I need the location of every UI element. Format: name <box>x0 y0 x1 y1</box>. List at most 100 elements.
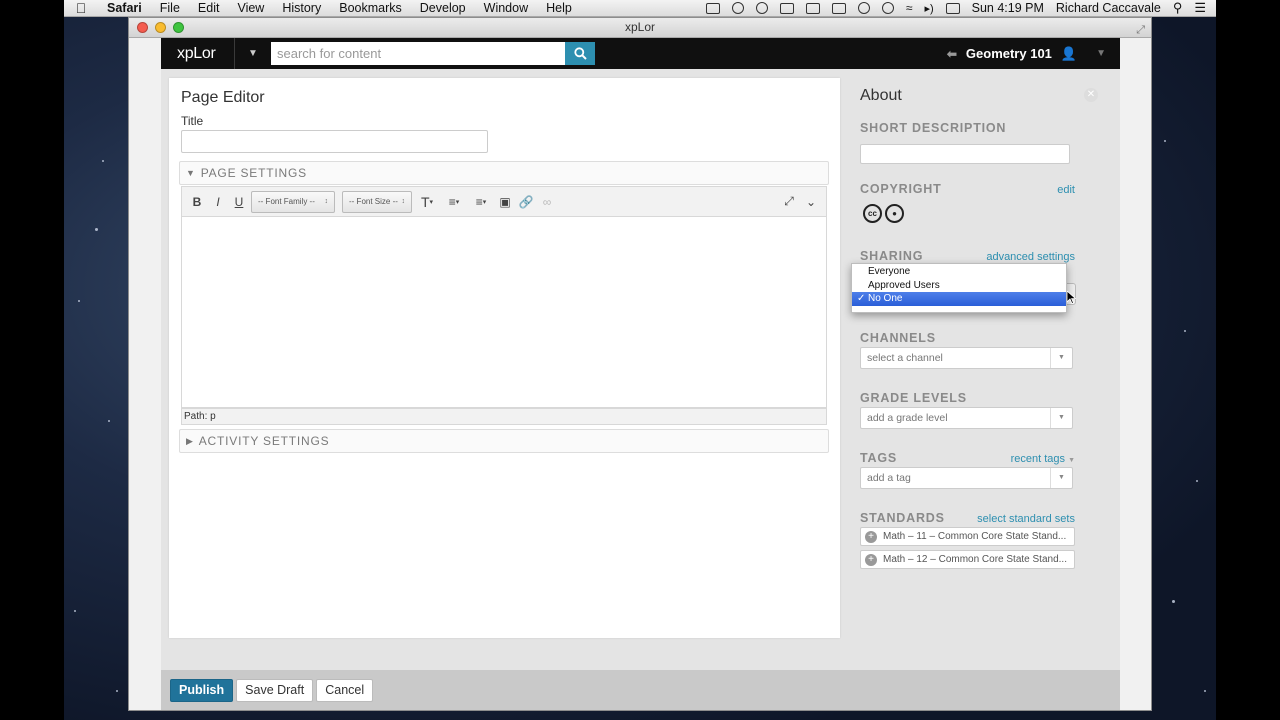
menu-file[interactable]: File <box>151 1 189 15</box>
back-arrow-icon[interactable]: ⬅ <box>947 47 957 61</box>
standards-label: STANDARDS <box>860 511 945 525</box>
xplor-logo[interactable]: xpLor <box>161 45 234 63</box>
channels-select[interactable]: select a channel ▼ <box>860 347 1073 369</box>
window-titlebar: xpLor ⤢ <box>129 18 1151 38</box>
save-draft-button[interactable]: Save Draft <box>236 678 314 702</box>
chevron-down-icon: ▼ <box>1050 468 1072 488</box>
chevron-down-icon[interactable]: ▼ <box>235 48 271 59</box>
recent-tags-label: recent tags <box>1010 453 1065 465</box>
menu-view[interactable]: View <box>228 1 273 15</box>
sharing-advanced-settings-link[interactable]: advanced settings <box>977 251 1075 263</box>
checkmark-icon: ✓ <box>857 293 866 304</box>
standard-chip-label: Math – 12 – Common Core State Stand... <box>883 554 1067 565</box>
menubar-user[interactable]: Richard Caccavale <box>1056 1 1161 15</box>
tags-label: TAGS <box>860 451 897 465</box>
time-machine-icon[interactable] <box>857 2 870 14</box>
zoom-window-icon[interactable] <box>173 22 184 33</box>
add-circle-icon[interactable]: + <box>865 553 877 566</box>
creative-commons-icon: cc <box>863 204 882 223</box>
page-settings-toggle[interactable]: ▼ PAGE SETTINGS <box>179 161 829 185</box>
copyright-edit-link[interactable]: edit <box>1049 184 1075 196</box>
cancel-button[interactable]: Cancel <box>316 678 374 702</box>
sharing-option-everyone[interactable]: Everyone <box>852 265 1066 279</box>
course-title[interactable]: Geometry 101 <box>966 46 1052 61</box>
search-icon <box>573 47 587 60</box>
menu-edit[interactable]: Edit <box>189 1 229 15</box>
license-icons: cc ● <box>863 204 904 223</box>
grade-levels-select[interactable]: add a grade level ▼ <box>860 407 1073 429</box>
font-family-select[interactable]: -- Font Family -- ↕ <box>251 190 335 213</box>
chevron-down-icon: ▼ <box>1050 408 1072 428</box>
spotlight-search-icon[interactable]: ⚲ <box>1173 0 1183 16</box>
menubar-clock[interactable]: Sun 4:19 PM <box>972 1 1044 15</box>
volume-icon[interactable]: ▸) <box>924 2 933 15</box>
underline-button[interactable]: U <box>230 191 248 213</box>
insert-image-icon[interactable]: ▣ <box>496 191 514 213</box>
close-icon[interactable]: ✕ <box>1084 88 1098 102</box>
bottom-action-bar: Publish Save Draft Cancel <box>161 670 1120 710</box>
menu-help[interactable]: Help <box>537 1 581 15</box>
user-icon[interactable]: 👤 <box>1061 46 1077 62</box>
top-navbar: xpLor ▼ ⬅ Geometry 101 👤 ▼ <box>161 38 1120 69</box>
menu-bookmarks[interactable]: Bookmarks <box>330 1 411 15</box>
sync-icon[interactable] <box>731 2 744 14</box>
expand-toolbar-icon[interactable]: ⌄ <box>802 191 820 213</box>
font-size-label: -- Font Size -- <box>349 197 398 206</box>
insert-link-icon[interactable]: 🔗 <box>517 191 535 213</box>
activity-settings-toggle[interactable]: ▶ ACTIVITY SETTINGS <box>179 429 829 453</box>
bullet-list-icon[interactable]: ≡ ▾ <box>442 191 466 213</box>
numbered-list-icon[interactable]: ≡ ▾ <box>469 191 493 213</box>
menu-app-name[interactable]: Safari <box>98 1 151 15</box>
about-panel: About ✕ SHORT DESCRIPTION COPYRIGHT edit… <box>851 78 1106 638</box>
channels-label: CHANNELS <box>860 331 936 345</box>
bold-button[interactable]: B <box>188 191 206 213</box>
grade-levels-placeholder: add a grade level <box>867 412 948 424</box>
unlink-icon[interactable]: ∞ <box>538 191 556 213</box>
page-settings-label: PAGE SETTINGS <box>200 166 307 180</box>
account-chevron-down-icon[interactable]: ▼ <box>1096 48 1106 59</box>
title-input[interactable] <box>181 130 488 153</box>
short-description-input[interactable] <box>860 144 1070 164</box>
rich-text-editor-body[interactable] <box>181 217 827 408</box>
close-window-icon[interactable] <box>137 22 148 33</box>
recent-tags-link[interactable]: recent tags ▼ <box>999 453 1075 465</box>
sharing-option-approved-users[interactable]: Approved Users <box>852 279 1066 293</box>
title-label: Title <box>181 114 204 128</box>
menu-window[interactable]: Window <box>475 1 537 15</box>
standard-chip[interactable]: + Math – 12 – Common Core State Stand... <box>860 550 1075 569</box>
tags-input[interactable]: add a tag ▼ <box>860 467 1073 489</box>
add-circle-icon[interactable]: + <box>865 530 877 543</box>
shield-icon[interactable] <box>755 2 768 14</box>
activity-settings-label: ACTIVITY SETTINGS <box>198 434 330 448</box>
apple-menu-icon[interactable]:  <box>64 0 98 16</box>
text-color-icon[interactable]: T ▾ <box>415 191 439 213</box>
screen-record-icon[interactable] <box>705 2 720 14</box>
evernote-icon[interactable] <box>779 2 794 14</box>
search-input[interactable] <box>271 42 565 65</box>
triangle-right-icon: ▶ <box>186 435 194 446</box>
wifi-icon[interactable]: ≈ <box>906 1 913 15</box>
chevron-down-icon: ▼ <box>1068 457 1075 464</box>
menu-develop[interactable]: Develop <box>411 1 475 15</box>
publish-button[interactable]: Publish <box>170 678 234 702</box>
select-standard-sets-link[interactable]: select standard sets <box>969 513 1075 525</box>
standard-chip[interactable]: + Math – 11 – Common Core State Stand... <box>860 527 1075 546</box>
window-title: xpLor <box>624 20 656 34</box>
italic-button[interactable]: I <box>209 191 227 213</box>
search-button[interactable] <box>565 42 595 65</box>
font-size-select[interactable]: -- Font Size -- ↕ <box>342 190 412 213</box>
minimize-window-icon[interactable] <box>155 22 166 33</box>
mac-menubar:  Safari File Edit View History Bookmark… <box>64 0 1216 17</box>
menu-history[interactable]: History <box>273 1 330 15</box>
sharing-option-no-one[interactable]: ✓ No One <box>852 292 1066 306</box>
bluetooth-icon[interactable] <box>881 2 894 14</box>
mouse-cursor-icon <box>1067 291 1076 304</box>
airplay-icon[interactable] <box>831 2 846 14</box>
page-editor-card: Page Editor Title ▼ PAGE SETTINGS B I U … <box>169 78 840 638</box>
notification-center-icon[interactable]: ☰ <box>1194 0 1206 16</box>
copy-icon[interactable] <box>805 2 820 14</box>
battery-icon[interactable] <box>945 2 960 14</box>
fullscreen-editor-icon[interactable]: ⤢ <box>780 191 798 213</box>
course-switcher[interactable]: ⬅ Geometry 101 👤 ▼ <box>947 46 1120 62</box>
triangle-down-icon: ▼ <box>186 168 196 178</box>
